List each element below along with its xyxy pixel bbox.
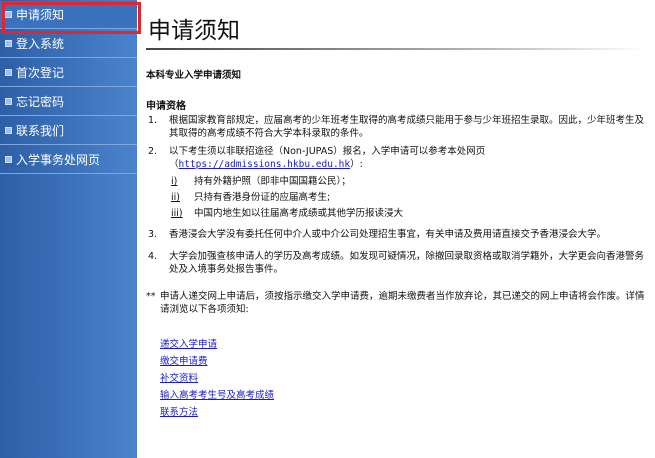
admissions-website-link[interactable]: https://admissions.hkbu.edu.hk	[179, 159, 351, 170]
fee-note: ** 申请人递交网上申请后，须按指示缴交入学申请费，逾期未缴费者当作放弃论，其已…	[146, 290, 651, 316]
sidebar-item-first-registration[interactable]: 首次登记	[0, 59, 137, 87]
square-bullet-icon	[5, 98, 12, 105]
list-number: 4.	[148, 251, 158, 262]
note-marker: **	[146, 291, 156, 302]
list-item: 4. 大学会加强查核申请人的学历及高考成绩。如发现可疑情况，除撤回录取资格或取消…	[146, 250, 651, 276]
sub-list-item: i) 持有外籍护照（即非中国国籍公民）；	[169, 174, 651, 190]
sidebar-item-login[interactable]: 登入系统	[0, 30, 137, 58]
section-heading: 本科专业入学申请须知	[146, 70, 242, 81]
sidebar-item-admissions-office-website[interactable]: 入学事务处网页	[0, 146, 137, 174]
paren-close: ）:	[350, 159, 363, 170]
title-divider	[146, 48, 646, 50]
list-item-text: 以下考生须以非联招途径（Non-JUPAS）报名，入学申请可以参考本处网页	[169, 146, 486, 157]
sidebar-item-application-notes[interactable]: 申请须知	[0, 1, 141, 34]
square-bullet-icon	[5, 127, 12, 134]
sub-list-marker: i)	[171, 176, 178, 187]
square-bullet-icon	[5, 69, 12, 76]
sidebar-item-contact-us[interactable]: 联系我们	[0, 117, 137, 145]
square-bullet-icon	[5, 40, 12, 47]
note-text: 申请人递交网上申请后，须按指示缴交入学申请费，逾期未缴费者当作放弃论，其已递交的…	[160, 291, 645, 315]
eligibility-heading: 申请资格	[146, 101, 186, 112]
page-title: 申请须知	[148, 18, 240, 44]
list-item-text: 香港浸会大学没有委托任何中介人或中介公司处理招生事宜，有关申请及费用请直接交予香…	[169, 229, 607, 240]
submit-application-link[interactable]: 递交入学申请	[160, 339, 217, 350]
enter-gaokao-scores-link[interactable]: 输入高考考生号及高考成绩	[160, 390, 274, 401]
contact-methods-link[interactable]: 联系方法	[160, 407, 198, 418]
sub-list-text: 中国内地生如以往届高考成绩或其他学历报读浸大	[194, 208, 404, 219]
list-number: 2.	[148, 146, 158, 157]
list-number: 3.	[148, 229, 158, 240]
sub-list-marker: ii)	[171, 192, 180, 203]
paren-open: （	[169, 159, 179, 170]
sidebar-item-label: 忘记密码	[16, 95, 65, 109]
pay-application-fee-link[interactable]: 缴交申请费	[160, 356, 208, 367]
sidebar-item-label: 申请须知	[16, 8, 65, 22]
sidebar-item-label: 联系我们	[16, 124, 65, 138]
list-item: 1. 根据国家教育部规定，应届高考的少年班考生取得的高考成绩只能用于参与少年班招…	[146, 114, 651, 140]
sub-list-item: ii) 只持有香港身份证的应届高考生;	[169, 190, 651, 206]
sub-list: i) 持有外籍护照（即非中国国籍公民）； ii) 只持有香港身份证的应届高考生;…	[169, 174, 651, 222]
sub-list-marker: iii)	[171, 208, 183, 219]
list-item-text: 大学会加强查核申请人的学历及高考成绩。如发现可疑情况，除撤回录取资格或取消学籍外…	[169, 251, 645, 275]
eligibility-list: 1. 根据国家教育部规定，应届高考的少年班考生取得的高考成绩只能用于参与少年班招…	[146, 114, 651, 276]
sidebar-item-label: 登入系统	[16, 37, 65, 51]
list-item: 3. 香港浸会大学没有委托任何中介人或中介公司处理招生事宜，有关申请及费用请直接…	[146, 228, 651, 241]
sidebar-nav: 申请须知 登入系统 首次登记 忘记密码 联系我们 入学事务处网页	[0, 0, 141, 458]
info-links: 递交入学申请 缴交申请费 补交资料 输入高考考生号及高考成绩 联系方法	[146, 336, 651, 421]
sidebar-item-forgot-password[interactable]: 忘记密码	[0, 88, 137, 116]
square-bullet-icon	[5, 156, 12, 163]
list-number: 1.	[148, 115, 158, 126]
main-content: 申请须知 本科专业入学申请须知 申请资格 1. 根据国家教育部规定，应届高考的少…	[146, 0, 651, 458]
sub-list-text: 持有外籍护照（即非中国国籍公民）；	[194, 176, 351, 187]
sub-list-item: iii) 中国内地生如以往届高考成绩或其他学历报读浸大	[169, 206, 651, 222]
list-item: 2. 以下考生须以非联招途径（Non-JUPAS）报名，入学申请可以参考本处网页…	[146, 145, 651, 222]
sub-list-text: 只持有香港身份证的应届高考生;	[194, 192, 331, 203]
list-item-text: 根据国家教育部规定，应届高考的少年班考生取得的高考成绩只能用于参与少年班招生录取…	[169, 115, 645, 139]
sidebar-item-label: 首次登记	[16, 66, 65, 80]
square-bullet-icon	[5, 11, 12, 18]
submit-supplementary-docs-link[interactable]: 补交资料	[160, 373, 198, 384]
sidebar-item-label: 入学事务处网页	[16, 153, 101, 167]
